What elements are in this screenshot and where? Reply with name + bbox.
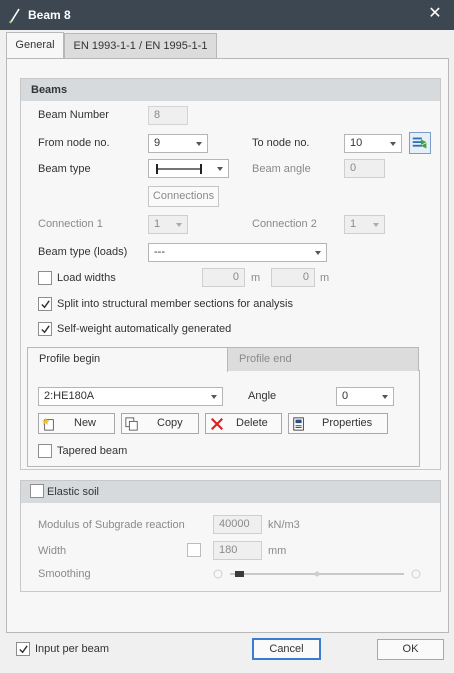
new-icon: [42, 417, 54, 431]
width-label: Width: [38, 545, 67, 557]
to-node-select[interactable]: 10: [344, 134, 402, 153]
copy-button[interactable]: Copy: [121, 413, 199, 434]
load-width2-field[interactable]: 0: [271, 268, 315, 287]
beam-type-loads-label: Beam type (loads): [38, 246, 128, 258]
tab-general[interactable]: General: [6, 32, 64, 59]
beam-type-label: Beam type: [38, 163, 91, 175]
connection1-value: 1: [154, 218, 161, 230]
new-button[interactable]: New: [38, 413, 115, 434]
beam-type-select[interactable]: [148, 159, 229, 178]
tapered-beam-checkbox[interactable]: [38, 444, 52, 458]
beam-angle-label: Beam angle: [252, 163, 311, 175]
copy-icon: [125, 417, 138, 431]
tab-profile-end[interactable]: Profile end: [227, 347, 419, 371]
width-field[interactable]: 180: [213, 541, 262, 560]
chevron-down-icon: [315, 251, 321, 255]
chevron-down-icon: [373, 223, 379, 227]
copy-button-label: Copy: [157, 417, 183, 429]
profile-section-value: 2:HE180A: [44, 390, 95, 402]
beams-group-header: Beams: [21, 79, 440, 101]
delete-icon: [211, 418, 223, 430]
to-node-label: To node no.: [252, 137, 310, 149]
chevron-down-icon: [382, 395, 388, 399]
swap-nodes-icon: [412, 137, 427, 149]
load-width1-field[interactable]: 0: [202, 268, 245, 287]
modulus-unit: kN/m3: [268, 519, 300, 531]
cancel-button[interactable]: Cancel: [252, 638, 321, 660]
smoothing-slider[interactable]: [212, 567, 422, 581]
close-icon[interactable]: ✕: [426, 5, 444, 23]
chevron-down-icon: [217, 167, 223, 171]
self-weight-checkbox[interactable]: [38, 322, 52, 336]
load-width1-unit: m: [251, 272, 261, 284]
chevron-down-icon: [196, 142, 202, 146]
from-node-value: 9: [154, 137, 161, 149]
window-title: Beam 8: [28, 8, 71, 22]
title-bar: Beam 8 ✕: [0, 0, 454, 30]
width-checkbox[interactable]: [187, 543, 201, 557]
checkmark-icon: [19, 645, 28, 654]
chevron-down-icon: [390, 142, 396, 146]
tab-eurocode[interactable]: EN 1993-1-1 / EN 1995-1-1: [64, 33, 217, 59]
checkmark-icon: [41, 300, 50, 309]
beam-type-icon: [156, 164, 202, 174]
connection1-select[interactable]: 1: [148, 215, 188, 234]
swap-nodes-button[interactable]: [409, 132, 431, 154]
new-button-label: New: [74, 417, 97, 429]
input-per-beam-checkbox[interactable]: [16, 642, 30, 656]
connection2-select[interactable]: 1: [344, 215, 385, 234]
properties-button-label: Properties: [322, 417, 373, 429]
beam-type-loads-value: ---: [154, 246, 165, 258]
from-node-label: From node no.: [38, 137, 110, 149]
to-node-value: 10: [350, 137, 363, 149]
modulus-label: Modulus of Subgrade reaction: [38, 519, 185, 531]
pencil-icon: [9, 8, 20, 24]
delete-button-label: Delete: [236, 417, 268, 429]
angle-value: 0: [342, 390, 349, 402]
angle-select[interactable]: 0: [336, 387, 394, 406]
load-width2-unit: m: [320, 272, 330, 284]
split-label: Split into structural member sections fo…: [57, 298, 293, 310]
self-weight-label: Self-weight automatically generated: [57, 323, 232, 335]
split-checkbox[interactable]: [38, 297, 52, 311]
beam-number-label: Beam Number: [38, 109, 109, 121]
elastic-soil-checkbox[interactable]: [30, 484, 44, 498]
connection2-value: 1: [350, 218, 357, 230]
beam-angle-field[interactable]: 0: [344, 159, 385, 178]
elastic-soil-header: Elastic soil: [21, 481, 440, 503]
connections-button[interactable]: Connections: [148, 186, 219, 207]
properties-icon: [293, 417, 304, 431]
tab-profile-begin[interactable]: Profile begin: [27, 347, 228, 372]
smoothing-slider-thumb[interactable]: [234, 571, 244, 577]
load-widths-label: Load widths: [57, 272, 116, 284]
chevron-down-icon: [211, 395, 217, 399]
connection2-label: Connection 2: [252, 218, 317, 230]
profile-section-select[interactable]: 2:HE180A: [38, 387, 223, 406]
beam-number-field: 8: [148, 106, 188, 125]
load-widths-checkbox[interactable]: [38, 271, 52, 285]
smoothing-label: Smoothing: [38, 568, 91, 580]
modulus-field[interactable]: 40000: [213, 515, 262, 534]
checkmark-icon: [41, 325, 50, 334]
input-per-beam-label: Input per beam: [35, 643, 109, 655]
ok-button[interactable]: OK: [377, 639, 444, 660]
properties-button[interactable]: Properties: [288, 413, 388, 434]
beam-type-loads-select[interactable]: ---: [148, 243, 327, 262]
tapered-beam-label: Tapered beam: [57, 445, 128, 457]
from-node-select[interactable]: 9: [148, 134, 208, 153]
delete-button[interactable]: Delete: [205, 413, 282, 434]
width-unit: mm: [268, 545, 287, 557]
angle-label: Angle: [248, 390, 277, 402]
connection1-label: Connection 1: [38, 218, 103, 230]
chevron-down-icon: [176, 223, 182, 227]
